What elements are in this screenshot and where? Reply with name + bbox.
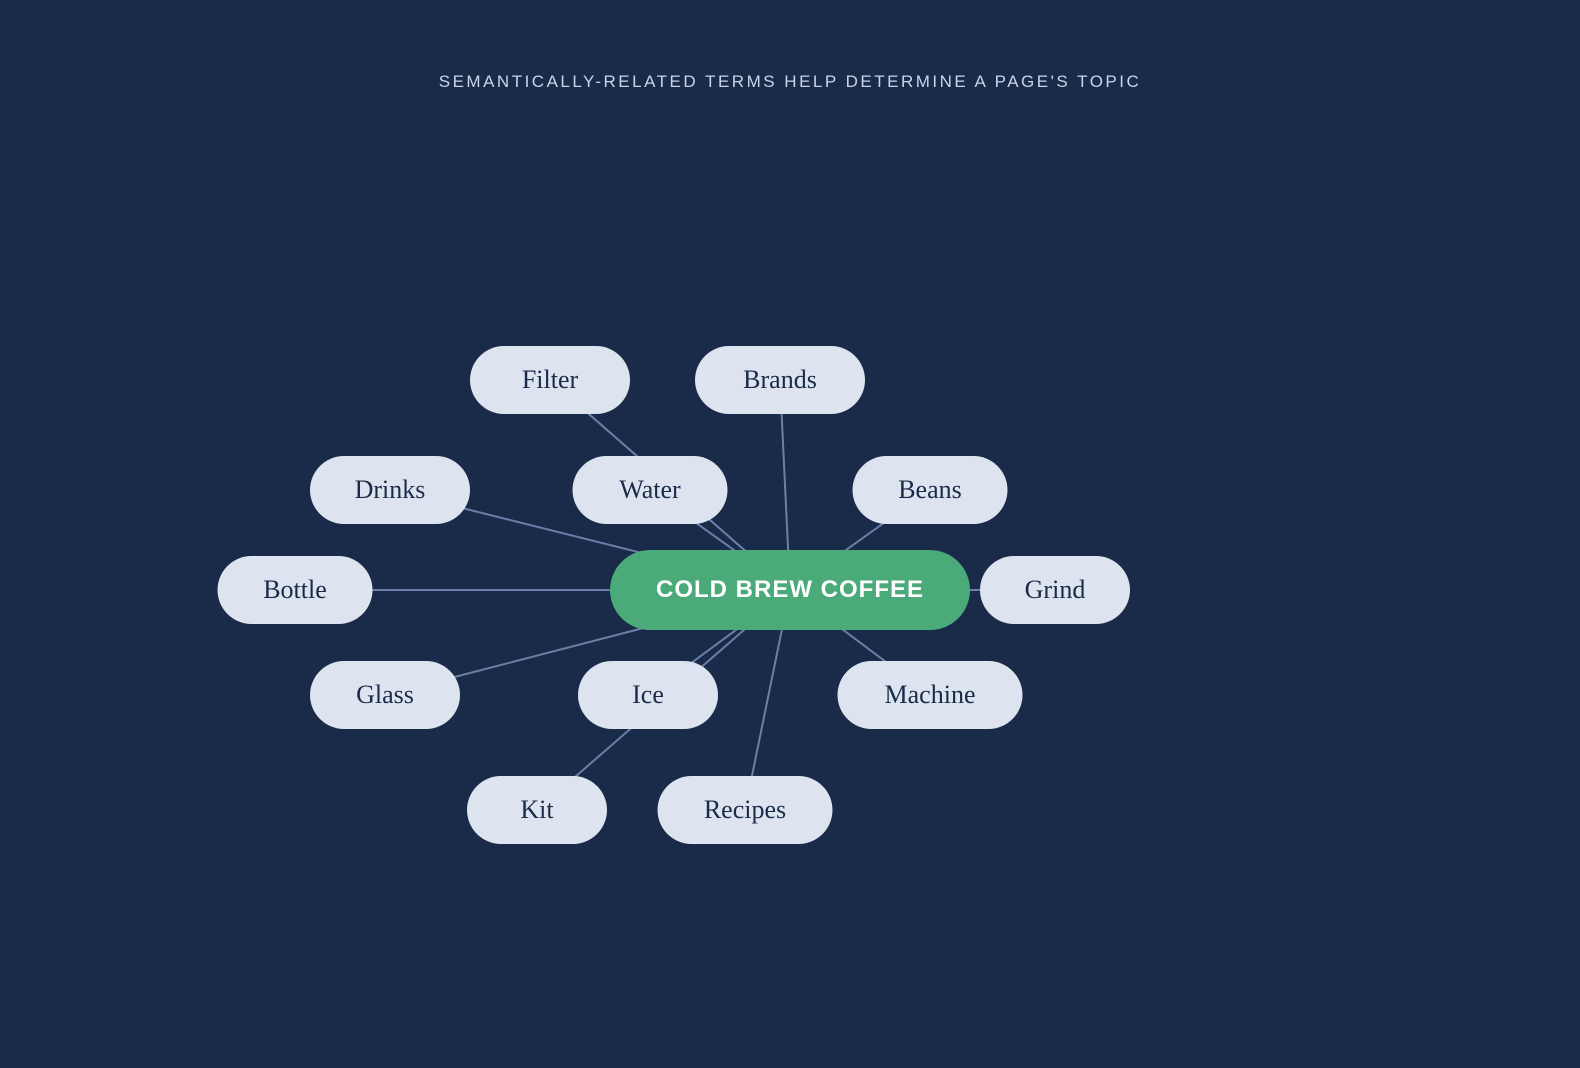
node-filter: Filter	[470, 346, 630, 414]
node-grind: Grind	[980, 556, 1130, 624]
node-ice: Ice	[578, 661, 718, 729]
diagram-container: COLD BREW COFFEE Filter Brands Drinks Water B…	[0, 160, 1580, 1068]
node-center: COLD BREW COFFEE	[610, 550, 970, 630]
node-drinks: Drinks	[310, 456, 470, 524]
node-beans: Beans	[853, 456, 1008, 524]
node-brands: Brands	[695, 346, 865, 414]
node-water: Water	[573, 456, 728, 524]
node-kit: Kit	[467, 776, 607, 844]
node-machine: Machine	[838, 661, 1023, 729]
node-bottle: Bottle	[218, 556, 373, 624]
node-recipes: Recipes	[658, 776, 833, 844]
page-title: SEMANTICALLY-RELATED TERMS HELP DETERMIN…	[0, 0, 1580, 92]
node-glass: Glass	[310, 661, 460, 729]
